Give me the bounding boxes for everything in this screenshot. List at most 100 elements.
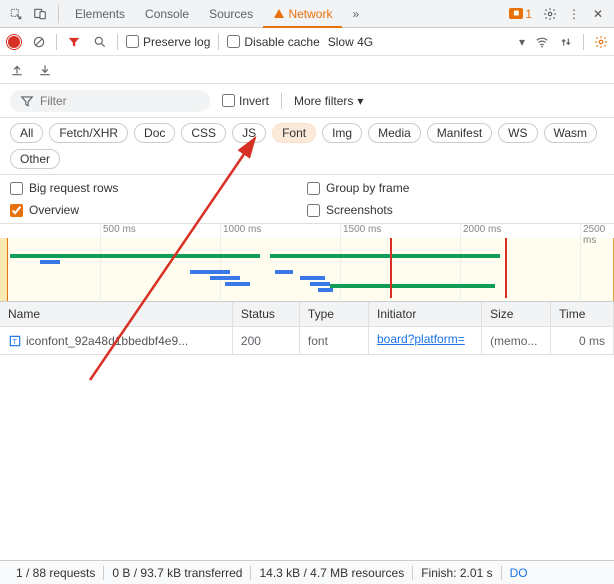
filter-row: Invert More filters ▾: [0, 84, 614, 118]
upload-har-icon[interactable]: [10, 62, 24, 77]
tab-elements[interactable]: Elements: [65, 7, 135, 21]
col-status[interactable]: Status: [232, 302, 299, 327]
chip-all[interactable]: All: [10, 123, 43, 143]
close-devtools-icon[interactable]: ✕: [586, 7, 610, 21]
chip-manifest[interactable]: Manifest: [427, 123, 492, 143]
col-name[interactable]: Name: [0, 302, 232, 327]
tab-network[interactable]: Network: [263, 0, 342, 28]
wifi-icon[interactable]: [535, 34, 549, 49]
chip-ws[interactable]: WS: [498, 123, 537, 143]
status-resources: 14.3 kB / 4.7 MB resources: [251, 566, 413, 580]
chip-js[interactable]: JS: [232, 123, 266, 143]
timeline-selection-handle[interactable]: [0, 238, 8, 301]
filter-divider: [281, 93, 282, 109]
col-type[interactable]: Type: [299, 302, 368, 327]
col-time[interactable]: Time: [551, 302, 614, 327]
kebab-menu-icon[interactable]: ⋮: [562, 7, 586, 21]
timeline-domcontent-marker: [505, 238, 507, 298]
toolbar-divider: [56, 34, 57, 50]
disable-cache-label: Disable cache: [244, 35, 319, 49]
clear-icon[interactable]: [30, 34, 48, 49]
network-toolbar: Preserve log Disable cache Slow 4G ▾: [0, 28, 614, 56]
funnel-icon: [20, 94, 34, 108]
tick-2: 1500 ms: [343, 224, 381, 235]
row-name: iconfont_92a48d1bbedbf4e9...: [26, 334, 188, 348]
screenshots-checkbox[interactable]: Screenshots: [307, 203, 604, 217]
chip-font[interactable]: Font: [272, 123, 316, 143]
throttle-select[interactable]: Slow 4G: [328, 35, 373, 49]
type-filter-chips: All Fetch/XHR Doc CSS JS Font Img Media …: [0, 118, 614, 175]
overview-label: Overview: [29, 203, 79, 217]
toolbar-divider-4: [583, 34, 584, 50]
network-settings-gear-icon[interactable]: [594, 34, 608, 49]
tick-0: 500 ms: [103, 224, 136, 235]
overview-checkbox[interactable]: Overview: [10, 203, 307, 217]
screenshots-label: Screenshots: [326, 203, 393, 217]
toolbar-divider-3: [218, 34, 219, 50]
options-row: Big request rows Overview Group by frame…: [0, 175, 614, 224]
inspect-icon[interactable]: [4, 6, 28, 21]
status-requests: 1 / 88 requests: [8, 566, 104, 580]
tab-network-label: Network: [288, 7, 332, 21]
tab-more[interactable]: »: [342, 7, 369, 21]
filter-input[interactable]: [40, 94, 200, 108]
big-rows-checkbox[interactable]: Big request rows: [10, 181, 307, 195]
group-frame-label: Group by frame: [326, 181, 409, 195]
status-transferred: 0 B / 93.7 kB transferred: [104, 566, 251, 580]
status-dom: DO: [502, 566, 536, 580]
big-rows-label: Big request rows: [29, 181, 118, 195]
chip-media[interactable]: Media: [368, 123, 421, 143]
filter-toggle-icon[interactable]: [65, 34, 83, 49]
invert-label: Invert: [239, 94, 269, 108]
import-export-bar: [0, 56, 614, 84]
filter-input-pill[interactable]: [10, 90, 210, 112]
font-file-icon: T: [8, 334, 22, 348]
network-table: Name Status Type Initiator Size Time T i…: [0, 302, 614, 542]
devtools-tabs: Elements Console Sources Network » ■ 1 ⋮…: [0, 0, 614, 28]
row-status: 200: [232, 327, 299, 355]
chip-img[interactable]: Img: [322, 123, 362, 143]
toolbar-divider-2: [117, 34, 118, 50]
issues-indicator[interactable]: ■ 1: [503, 7, 538, 21]
settings-gear-icon[interactable]: [538, 6, 562, 21]
chip-css[interactable]: CSS: [181, 123, 226, 143]
row-size: (memo...: [482, 327, 551, 355]
more-filters-label: More filters: [294, 94, 353, 108]
throttle-chevron-icon[interactable]: ▾: [519, 35, 525, 49]
tick-4: 2500 ms: [583, 224, 605, 246]
disable-cache-checkbox[interactable]: Disable cache: [227, 35, 319, 49]
chevron-down-icon: ▾: [357, 94, 363, 108]
record-button[interactable]: [6, 34, 22, 50]
invert-checkbox[interactable]: Invert: [222, 94, 269, 108]
row-initiator[interactable]: board?platform=: [377, 332, 465, 346]
status-bar: 1 / 88 requests 0 B / 93.7 kB transferre…: [0, 560, 614, 584]
device-toggle-icon[interactable]: [28, 6, 52, 21]
group-frame-checkbox[interactable]: Group by frame: [307, 181, 604, 195]
chip-doc[interactable]: Doc: [134, 123, 175, 143]
preserve-log-label: Preserve log: [143, 35, 210, 49]
table-row[interactable]: T iconfont_92a48d1bbedbf4e9... 200 font …: [0, 327, 614, 355]
preserve-log-checkbox[interactable]: Preserve log: [126, 35, 210, 49]
col-size[interactable]: Size: [482, 302, 551, 327]
col-initiator[interactable]: Initiator: [369, 302, 482, 327]
chip-other[interactable]: Other: [10, 149, 60, 169]
tab-sources[interactable]: Sources: [199, 7, 263, 21]
status-finish: Finish: 2.01 s: [413, 566, 501, 580]
issues-count: 1: [525, 7, 532, 21]
download-har-icon[interactable]: [38, 62, 52, 77]
table-header-row: Name Status Type Initiator Size Time: [0, 302, 614, 327]
tick-1: 1000 ms: [223, 224, 261, 235]
issues-badge-icon: ■: [509, 8, 523, 19]
chip-wasm[interactable]: Wasm: [544, 123, 598, 143]
chip-fetch[interactable]: Fetch/XHR: [49, 123, 128, 143]
tab-console[interactable]: Console: [135, 7, 199, 21]
more-filters-button[interactable]: More filters ▾: [294, 94, 363, 108]
tab-divider: [58, 5, 59, 23]
svg-text:T: T: [13, 338, 18, 345]
tick-3: 2000 ms: [463, 224, 501, 235]
upload-arrows-icon[interactable]: [559, 34, 573, 49]
row-time: 0 ms: [551, 327, 614, 355]
timeline-overview[interactable]: 500 ms 1000 ms 1500 ms 2000 ms 2500 ms: [0, 224, 614, 302]
search-icon[interactable]: [91, 34, 109, 49]
timeline-load-marker: [390, 238, 392, 298]
